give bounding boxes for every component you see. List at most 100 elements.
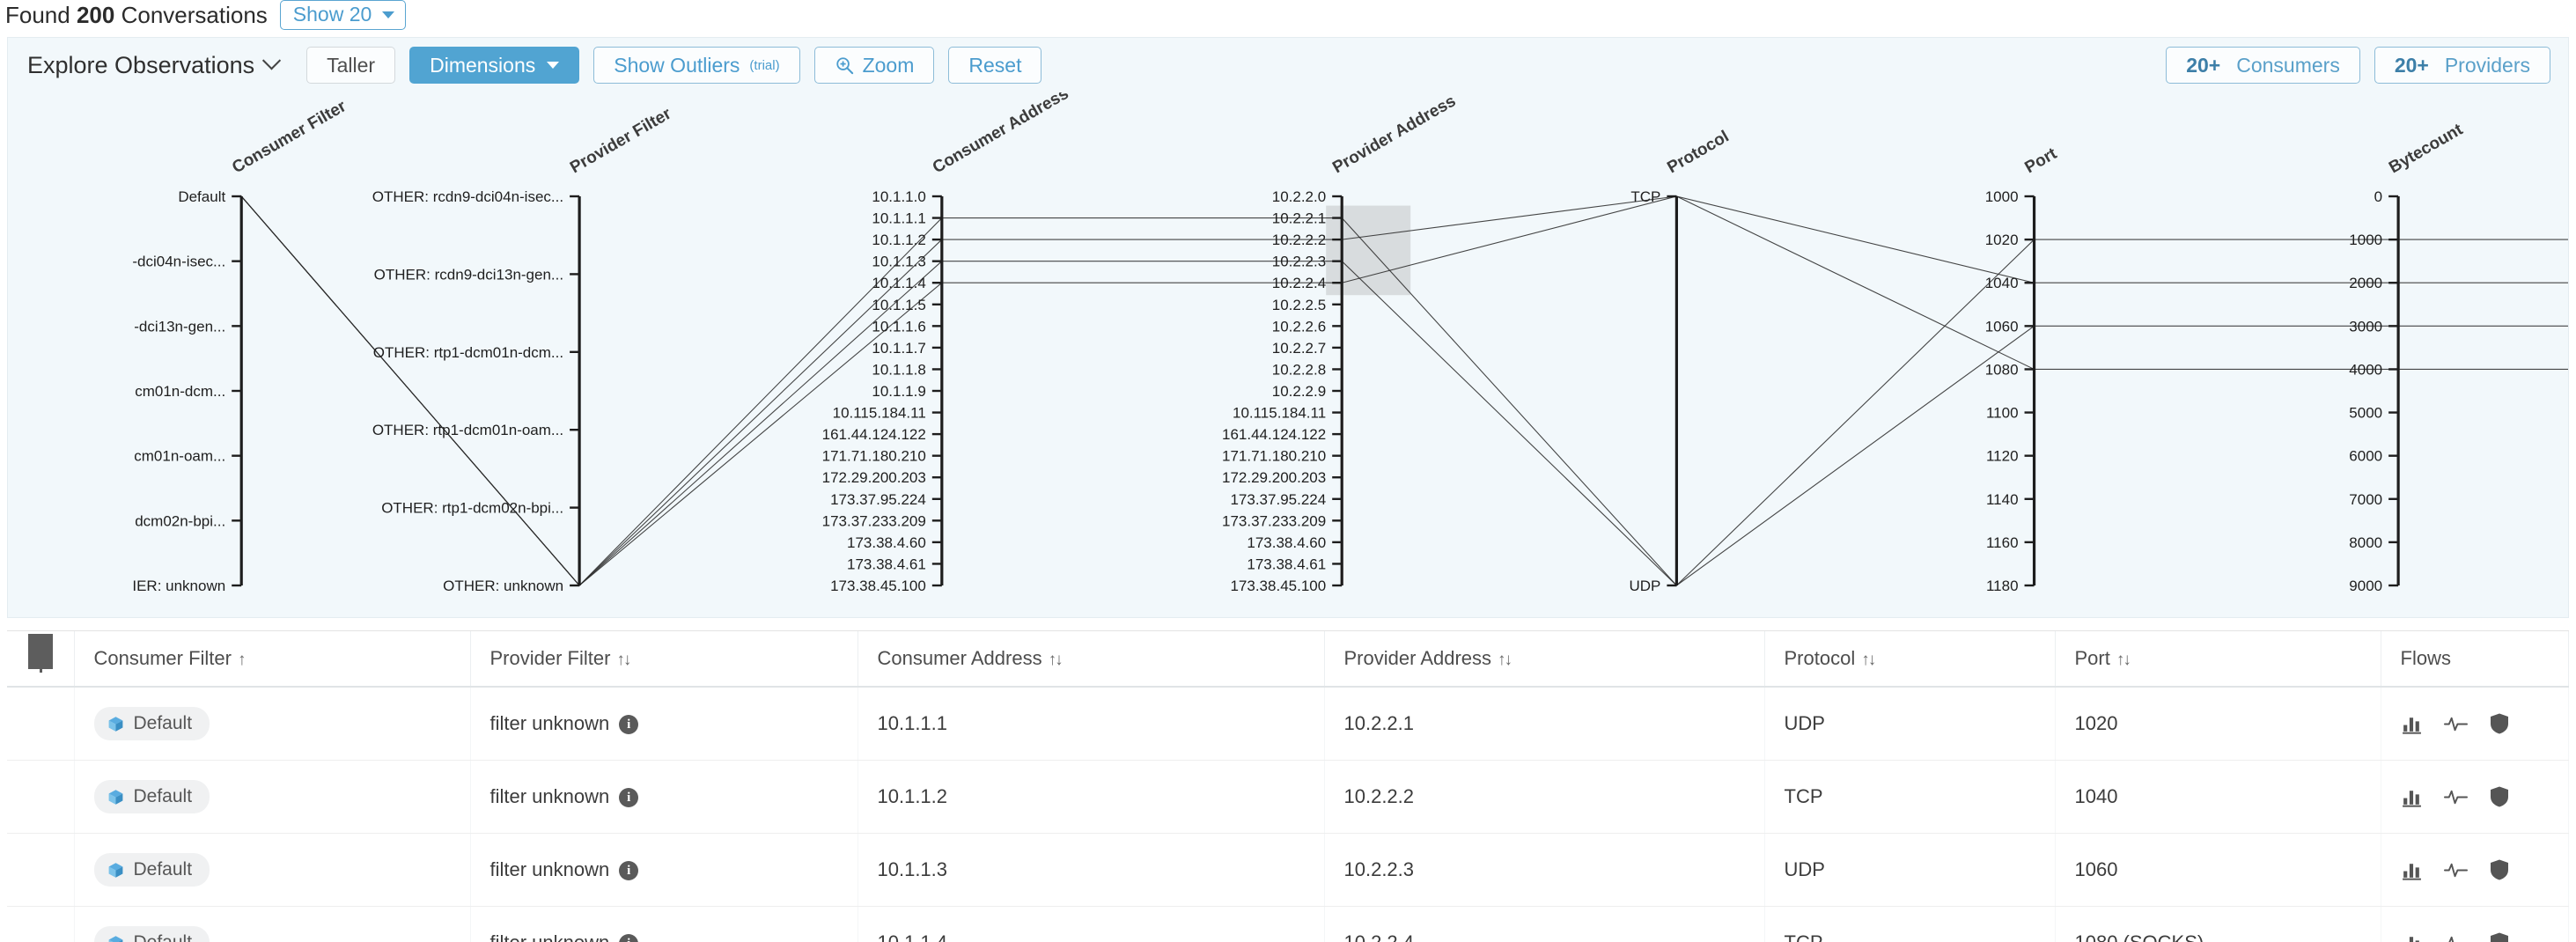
bar-chart-icon[interactable] [2401, 932, 2423, 942]
provider-filter-text: filter unknown [489, 785, 610, 807]
axis-tick-label: 10.1.1.6 [872, 318, 925, 335]
axis-title[interactable]: Consumer Filter [229, 97, 350, 177]
explore-observations-title[interactable]: Explore Observations [27, 50, 282, 79]
axis-provider-address[interactable]: 10.2.2.0 10.2.2.1 10.2.2.2 10.2.2.3 10.2.2.4… [1222, 92, 1459, 594]
cell-flows [2381, 687, 2569, 761]
axis-title[interactable]: Bytecount [2386, 120, 2467, 177]
flow-actions [2401, 931, 2569, 942]
axis-tick-label: 10.2.2.0 [1272, 188, 1326, 205]
reset-button[interactable]: Reset [948, 47, 1042, 84]
show-outliers-button[interactable]: Show Outliers (trial) [593, 47, 800, 84]
axis-title[interactable]: Provider Filter [567, 104, 675, 177]
axis-tick-label: 172.29.200.203 [822, 469, 926, 486]
axis-title[interactable]: Port [2022, 144, 2061, 178]
axis-title[interactable]: Provider Address [1329, 92, 1459, 177]
sort-indicator-icon[interactable]: ↑↓ [1861, 651, 1876, 669]
shield-icon[interactable] [2489, 785, 2510, 808]
column-header-protocol[interactable]: Protocol ↑↓ [1764, 631, 2056, 688]
axis-tick-label: IER: unknown [132, 578, 225, 594]
column-header-consumer-address[interactable]: Consumer Address ↑↓ [857, 631, 1325, 688]
axis-tick-label: 10.2.2.7 [1272, 340, 1326, 357]
column-header-consumer-filter[interactable]: Consumer Filter ↑ [74, 631, 471, 688]
axis-consumer-filter[interactable]: Default -dci04n-isec... -dci13n-gen... cm01… [132, 97, 350, 594]
parallel-coordinates-chart[interactable]: Default -dci04n-isec... -dci13n-gen... cm01… [8, 92, 2568, 617]
axis-consumer-address[interactable]: 10.1.1.0 10.1.1.1 10.1.1.2 10.1.1.3 10.1.1.4… [822, 92, 1072, 594]
cell-consumer-filter[interactable]: Default [74, 833, 471, 907]
info-icon[interactable]: i [619, 861, 639, 881]
table-row[interactable]: Default filter unknown i 10.1.1.3 10.2.2.3 UD… [7, 833, 2569, 907]
activity-pulse-icon[interactable] [2444, 932, 2468, 942]
bar-chart-icon[interactable] [2401, 786, 2423, 808]
table-row[interactable]: Default filter unknown i 10.1.1.1 10.2.2.1 UD… [7, 687, 2569, 761]
sort-indicator-icon[interactable]: ↑↓ [616, 651, 631, 669]
cell-provider-address[interactable]: 10.2.2.1 [1324, 687, 1765, 761]
taller-button[interactable]: Taller [306, 47, 396, 84]
cell-consumer-address[interactable]: 10.1.1.2 [857, 760, 1325, 834]
providers-count-badge[interactable]: 20+ Providers [2374, 47, 2550, 84]
info-icon[interactable]: i [619, 934, 639, 942]
filter-funnel-icon[interactable] [28, 634, 53, 669]
shield-icon[interactable] [2489, 931, 2510, 942]
chip-label: Default [133, 713, 193, 733]
column-header-port[interactable]: Port ↑↓ [2055, 631, 2381, 688]
cell-provider-address[interactable]: 10.2.2.4 [1324, 906, 1765, 942]
show-count-dropdown[interactable]: Show 20 [279, 0, 407, 30]
sort-indicator-icon[interactable]: ↑↓ [2116, 651, 2131, 669]
activity-pulse-icon[interactable] [2443, 713, 2468, 735]
chevron-down-icon [547, 62, 560, 69]
activity-pulse-icon[interactable] [2443, 786, 2468, 808]
cell-consumer-address[interactable]: 10.1.1.1 [857, 687, 1325, 761]
cell-consumer-address[interactable]: 10.1.1.4 [857, 906, 1325, 942]
consumer-filter-chip[interactable]: Default [93, 780, 210, 813]
shield-icon[interactable] [2489, 858, 2510, 881]
axis-tick-label: 0 [2374, 188, 2382, 205]
info-icon[interactable]: i [619, 788, 639, 808]
axis-tick-label: OTHER: rcdn9-dci04n-isec... [372, 188, 563, 205]
cell-consumer-filter[interactable]: Default [74, 906, 471, 942]
axis-tick-label: 10.1.1.2 [872, 232, 925, 248]
consumers-count-badge[interactable]: 20+ Consumers [2166, 47, 2360, 84]
activity-pulse-icon[interactable] [2443, 859, 2468, 881]
cell-provider-address[interactable]: 10.2.2.2 [1324, 760, 1765, 834]
axis-tick-label: cm01n-dcm... [135, 383, 225, 400]
sort-indicator-icon[interactable]: ↑↓ [1049, 651, 1064, 669]
parallel-coordinates-svg[interactable]: Default -dci04n-isec... -dci13n-gen... cm01… [8, 92, 2568, 617]
cell-consumer-filter[interactable]: Default [74, 760, 471, 834]
cell-port: 1060 [2055, 833, 2381, 907]
axis-tick-label: 1160 [1986, 534, 2019, 551]
dimensions-button[interactable]: Dimensions [409, 47, 580, 84]
axis-tick-label: 1040 [1985, 275, 2019, 291]
axis-title[interactable]: Consumer Address [930, 92, 1072, 177]
info-icon[interactable]: i [619, 715, 639, 735]
sort-indicator-icon[interactable]: ↑↓ [1498, 651, 1512, 669]
table-row[interactable]: Default filter unknown i 10.1.1.2 10.2.2.2 TC… [7, 760, 2569, 834]
filter-column-header[interactable] [7, 631, 75, 688]
axis-tick-label: OTHER: rtp1-dcm01n-dcm... [373, 344, 563, 361]
chevron-down-icon [262, 50, 282, 70]
zoom-button[interactable]: Zoom [813, 47, 935, 84]
shield-icon[interactable] [2489, 712, 2510, 735]
column-header-provider-filter[interactable]: Provider Filter ↑↓ [470, 631, 858, 688]
bar-chart-icon[interactable] [2401, 859, 2423, 881]
axis-bytecount[interactable]: 0 1000 2000 3000 4000 5000 6000 7000 8000 9000 Byt… [2349, 120, 2466, 594]
conversations-table: Consumer Filter ↑ Provider Filter ↑↓ Consu… [7, 630, 2569, 942]
dimensions-label: Dimensions [430, 53, 536, 77]
cell-consumer-filter[interactable]: Default [74, 687, 471, 761]
sort-indicator-icon[interactable]: ↑ [238, 651, 246, 669]
consumer-filter-chip[interactable]: Default [93, 926, 210, 942]
cell-provider-address[interactable]: 10.2.2.3 [1324, 833, 1765, 907]
axis-tick-label: 10.1.1.5 [872, 297, 925, 313]
cell-port: 1040 [2055, 760, 2381, 834]
column-header-provider-address[interactable]: Provider Address ↑↓ [1324, 631, 1765, 688]
axis-tick-label: 10.2.2.2 [1272, 232, 1326, 248]
column-label: Consumer Filter [93, 647, 232, 669]
bar-chart-icon[interactable] [2401, 713, 2423, 735]
consumer-filter-chip[interactable]: Default [93, 853, 210, 887]
axis-title[interactable]: Protocol [1664, 128, 1732, 178]
axis-tick-label: cm01n-oam... [134, 448, 225, 465]
cell-consumer-address[interactable]: 10.1.1.3 [857, 833, 1325, 907]
table-row[interactable]: Default filter unknown i 10.1.1.410.2.2.4TC… [7, 906, 2569, 942]
axis-brush-selection[interactable] [1326, 205, 1411, 296]
axis-tick-label: 10.115.184.11 [833, 405, 926, 422]
consumer-filter-chip[interactable]: Default [93, 707, 210, 740]
